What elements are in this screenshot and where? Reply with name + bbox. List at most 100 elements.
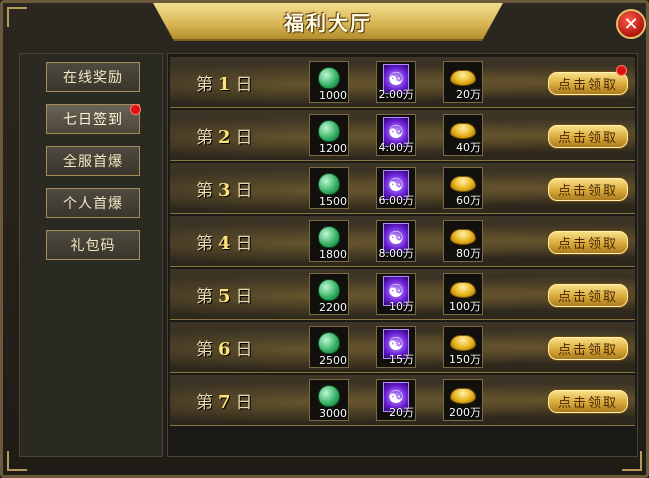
reward-quantity: 1200: [319, 142, 347, 155]
day-suffix: 日: [235, 393, 253, 413]
jade-icon: [316, 173, 342, 195]
claim-button[interactable]: 点击领取: [547, 230, 629, 255]
claim-button-label: 点击领取: [557, 131, 618, 146]
close-button[interactable]: ✕: [616, 9, 646, 39]
day-suffix: 日: [235, 234, 253, 254]
reward-slot-ingot[interactable]: 100万: [443, 273, 483, 315]
reward-slot-jade[interactable]: 1800: [309, 220, 349, 262]
reward-row: 第2日 1200 ☯ 4.00万 40万 点击领取: [170, 110, 635, 161]
sidebar: 在线奖励 七日签到 全服首爆 个人首爆 礼包码: [19, 53, 163, 457]
reward-quantity: 8.00万: [378, 247, 415, 260]
reward-slot-taiji[interactable]: ☯ 8.00万: [376, 220, 416, 262]
reward-slot-jade[interactable]: 3000: [309, 379, 349, 421]
day-prefix: 第: [196, 181, 213, 201]
reward-quantity: 2500: [319, 354, 347, 367]
reward-row: 第4日 1800 ☯ 8.00万 80万 点击领取: [170, 216, 635, 267]
reward-quantity: 200万: [449, 406, 481, 419]
reward-quantity: 40万: [456, 141, 481, 154]
notification-badge: [130, 104, 141, 115]
jade-icon: [316, 332, 342, 354]
reward-quantity: 1500: [319, 195, 347, 208]
day-number: 7: [218, 392, 231, 413]
close-icon: ✕: [623, 13, 639, 35]
day-suffix: 日: [235, 128, 253, 148]
reward-quantity: 100万: [449, 300, 481, 313]
reward-quantity: 2.00万: [378, 88, 415, 101]
day-suffix: 日: [235, 181, 253, 201]
day-label: 第7日: [196, 388, 253, 413]
day-prefix: 第: [196, 393, 213, 413]
sidebar-item-personal-first-drop[interactable]: 个人首爆: [46, 188, 140, 218]
sidebar-item-label: 七日签到: [63, 112, 123, 128]
reward-slot-jade[interactable]: 1200: [309, 114, 349, 156]
day-label: 第4日: [196, 229, 253, 254]
reward-slot-jade[interactable]: 1500: [309, 167, 349, 209]
reward-quantity: 3000: [319, 407, 347, 420]
claim-button[interactable]: 点击领取: [547, 177, 629, 202]
reward-slot-taiji[interactable]: ☯ 4.00万: [376, 114, 416, 156]
sidebar-item-label: 礼包码: [70, 238, 116, 254]
reward-quantity: 6.00万: [378, 194, 415, 207]
reward-quantity: 80万: [456, 247, 481, 260]
day-label: 第1日: [196, 70, 253, 95]
reward-slot-jade[interactable]: 2200: [309, 273, 349, 315]
claim-button[interactable]: 点击领取: [547, 336, 629, 361]
day-label: 第5日: [196, 282, 253, 307]
reward-slot-ingot[interactable]: 40万: [443, 114, 483, 156]
reward-row: 第6日 2500 ☯ 15万 150万 点击领取: [170, 322, 635, 373]
claim-button[interactable]: 点击领取: [547, 71, 629, 96]
sidebar-item-online-reward[interactable]: 在线奖励: [46, 62, 140, 92]
claim-button-label: 点击领取: [557, 78, 618, 93]
day-number: 2: [218, 127, 231, 148]
sidebar-item-label: 个人首爆: [63, 196, 123, 212]
day-number: 6: [218, 339, 231, 360]
day-number: 4: [218, 233, 231, 254]
reward-slot-jade[interactable]: 1000: [309, 61, 349, 103]
day-number: 3: [218, 180, 231, 201]
claim-button[interactable]: 点击领取: [547, 389, 629, 414]
sidebar-item-gift-code[interactable]: 礼包码: [46, 230, 140, 260]
reward-slot-ingot[interactable]: 20万: [443, 61, 483, 103]
reward-slot-ingot[interactable]: 150万: [443, 326, 483, 368]
reward-slot-taiji[interactable]: ☯ 15万: [376, 326, 416, 368]
sidebar-item-server-first-drop[interactable]: 全服首爆: [46, 146, 140, 176]
reward-quantity: 10万: [389, 300, 414, 313]
claim-button[interactable]: 点击领取: [547, 283, 629, 308]
reward-quantity: 20万: [456, 88, 481, 101]
reward-row: 第5日 2200 ☯ 10万 100万 点击领取: [170, 269, 635, 320]
day-suffix: 日: [235, 287, 253, 307]
day-prefix: 第: [196, 287, 213, 307]
claim-button-label: 点击领取: [557, 184, 618, 199]
reward-quantity: 1000: [319, 89, 347, 102]
notification-badge: [616, 65, 627, 76]
claim-button-label: 点击领取: [557, 290, 618, 305]
reward-quantity: 15万: [389, 353, 414, 366]
day-number: 1: [218, 74, 231, 95]
reward-quantity: 20万: [389, 406, 414, 419]
reward-slot-ingot[interactable]: 60万: [443, 167, 483, 209]
reward-slot-taiji[interactable]: ☯ 20万: [376, 379, 416, 421]
reward-slot-taiji[interactable]: ☯ 10万: [376, 273, 416, 315]
reward-slot-taiji[interactable]: ☯ 6.00万: [376, 167, 416, 209]
reward-list: 第1日 1000 ☯ 2.00万 20万 点击领取 第2日 1200 ☯ 4.0…: [167, 53, 638, 457]
sidebar-item-seven-day-signin[interactable]: 七日签到: [46, 104, 140, 134]
reward-slot-ingot[interactable]: 80万: [443, 220, 483, 262]
reward-row: 第7日 3000 ☯ 20万 200万 点击领取: [170, 375, 635, 426]
welfare-hall-window: 福利大厅 ✕ 在线奖励 七日签到 全服首爆 个人首爆 礼包码 第1日 1000: [0, 0, 649, 478]
reward-slot-ingot[interactable]: 200万: [443, 379, 483, 421]
day-suffix: 日: [235, 75, 253, 95]
day-prefix: 第: [196, 234, 213, 254]
claim-button[interactable]: 点击领取: [547, 124, 629, 149]
day-label: 第2日: [196, 123, 253, 148]
reward-quantity: 1800: [319, 248, 347, 261]
day-number: 5: [218, 286, 231, 307]
claim-button-label: 点击领取: [557, 237, 618, 252]
title-bar: 福利大厅: [153, 3, 503, 41]
reward-slot-jade[interactable]: 2500: [309, 326, 349, 368]
reward-slot-taiji[interactable]: ☯ 2.00万: [376, 61, 416, 103]
day-suffix: 日: [235, 340, 253, 360]
jade-icon: [316, 279, 342, 301]
jade-icon: [316, 226, 342, 248]
day-prefix: 第: [196, 340, 213, 360]
reward-quantity: 150万: [449, 353, 481, 366]
